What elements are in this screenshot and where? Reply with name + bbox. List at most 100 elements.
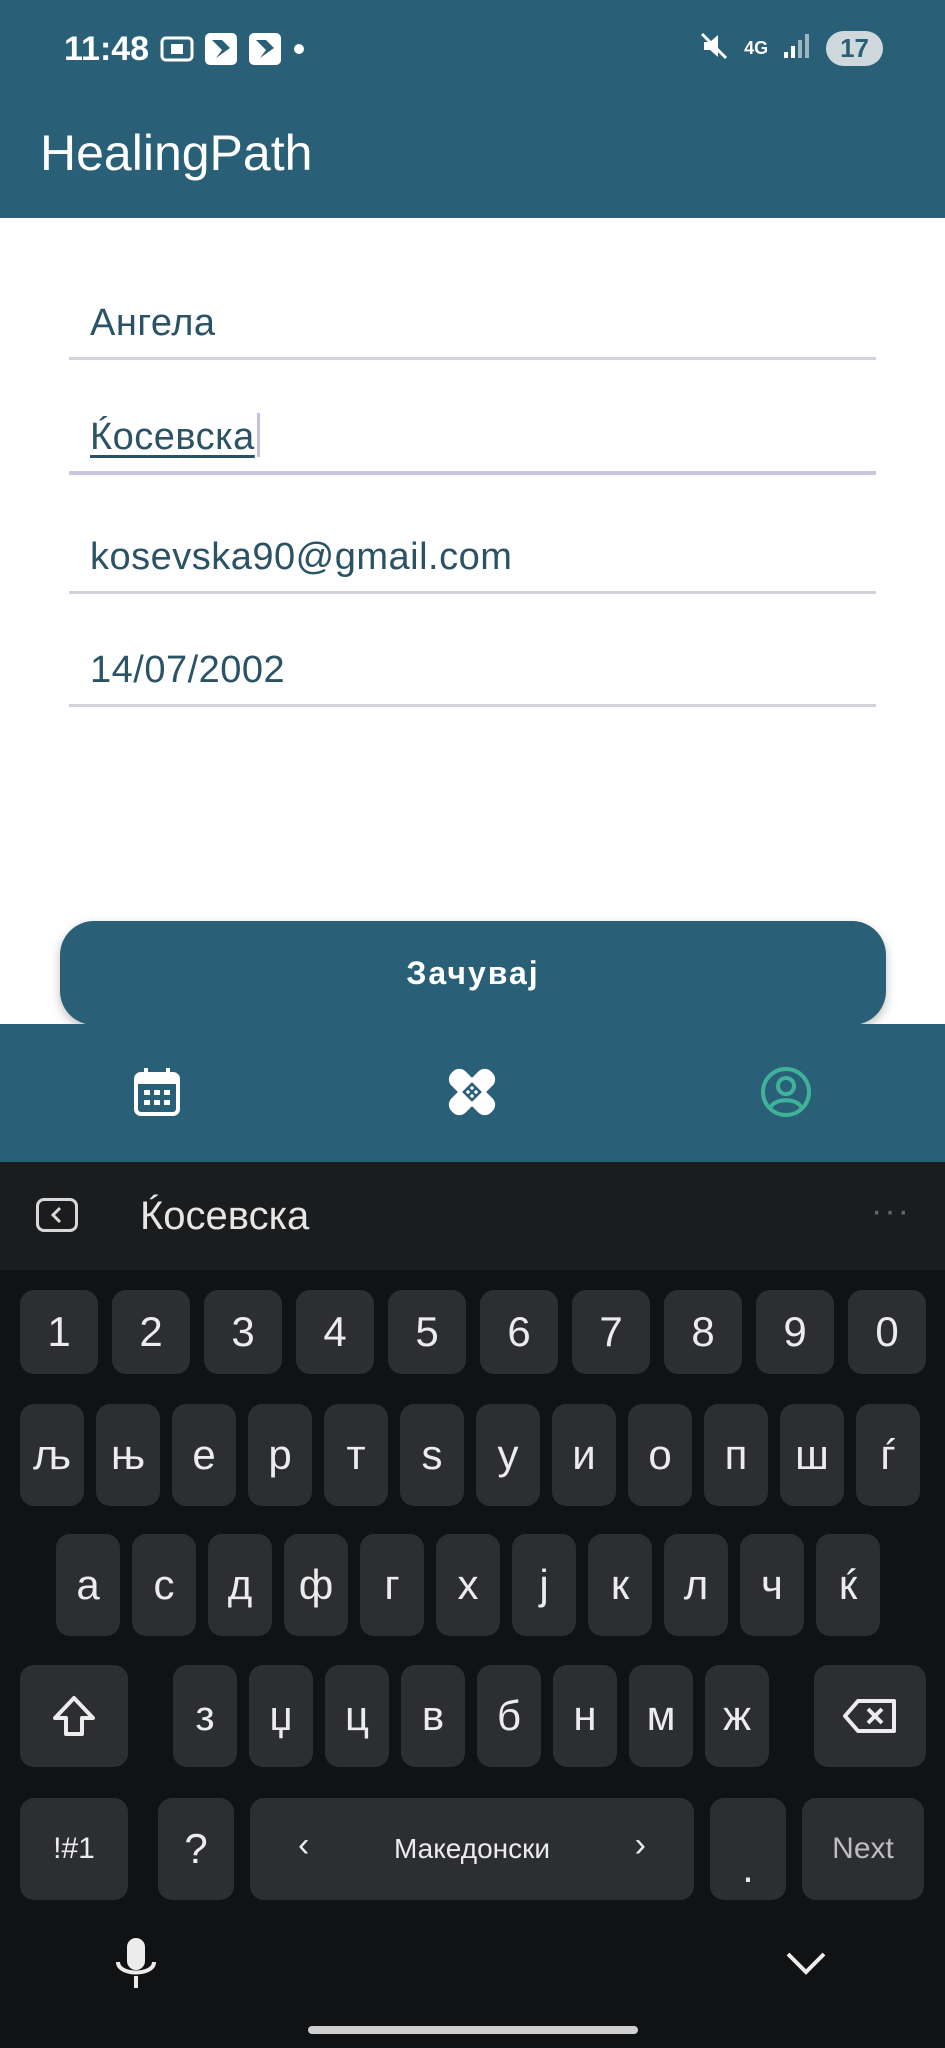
letter-key[interactable]: х bbox=[436, 1534, 500, 1636]
letter-key[interactable]: а bbox=[56, 1534, 120, 1636]
status-bar: 11:48 4G 17 bbox=[0, 0, 945, 100]
nav-profile[interactable] bbox=[746, 1052, 826, 1132]
letter-key[interactable]: ц bbox=[325, 1665, 389, 1767]
shift-icon bbox=[53, 1696, 95, 1736]
letter-key[interactable]: б bbox=[477, 1665, 541, 1767]
profile-icon bbox=[761, 1067, 811, 1117]
number-key[interactable]: 9 bbox=[756, 1290, 834, 1374]
calendar-icon bbox=[134, 1068, 180, 1116]
letter-key[interactable]: џ bbox=[249, 1665, 313, 1767]
shift-key[interactable] bbox=[20, 1665, 128, 1767]
bottom-key-row: !#1 ? ‹ Македонски › . Next bbox=[0, 1798, 945, 1900]
battery-indicator: 17 bbox=[826, 31, 883, 66]
first-name-value: Ангела bbox=[90, 302, 216, 344]
number-key[interactable]: 4 bbox=[296, 1290, 374, 1374]
suggestion-word[interactable]: Ќосевска bbox=[140, 1194, 309, 1239]
letter-key[interactable]: з bbox=[173, 1665, 237, 1767]
screenshot-icon bbox=[160, 34, 194, 69]
nav-calendar[interactable] bbox=[117, 1052, 197, 1132]
gesture-handle[interactable] bbox=[308, 2026, 638, 2034]
number-key[interactable]: 2 bbox=[112, 1290, 190, 1374]
first-name-field[interactable]: Ангела bbox=[69, 290, 876, 360]
space-key[interactable]: ‹ Македонски › bbox=[250, 1798, 694, 1900]
letter-row-1: љњертѕуиопшѓ bbox=[0, 1404, 945, 1506]
email-value: kosevska90@gmail.com bbox=[90, 536, 513, 578]
last-name-value: Ќосевска bbox=[90, 413, 260, 459]
symbols-key[interactable]: !#1 bbox=[20, 1798, 128, 1900]
letter-key[interactable]: т bbox=[324, 1404, 388, 1506]
number-row: 1234567890 bbox=[0, 1290, 945, 1390]
app-notification-icon bbox=[204, 32, 238, 71]
mute-icon bbox=[698, 30, 730, 67]
system-bottom-bar bbox=[0, 1928, 945, 2048]
status-time: 11:48 bbox=[64, 30, 150, 68]
language-left-icon: ‹ bbox=[298, 1826, 310, 1864]
letter-key[interactable]: е bbox=[172, 1404, 236, 1506]
bottom-navigation bbox=[0, 1024, 945, 1162]
letter-key[interactable]: п bbox=[704, 1404, 768, 1506]
number-key[interactable]: 8 bbox=[664, 1290, 742, 1374]
app-title: HealingPath bbox=[40, 125, 313, 181]
letter-key[interactable]: у bbox=[476, 1404, 540, 1506]
letter-key[interactable]: р bbox=[248, 1404, 312, 1506]
last-name-field[interactable]: Ќосевска bbox=[69, 405, 876, 475]
number-key[interactable]: 3 bbox=[204, 1290, 282, 1374]
letter-key[interactable]: ќ bbox=[816, 1534, 880, 1636]
language-right-icon: › bbox=[634, 1826, 646, 1864]
number-key[interactable]: 1 bbox=[20, 1290, 98, 1374]
letter-key[interactable]: ж bbox=[705, 1665, 769, 1767]
number-key[interactable]: 5 bbox=[388, 1290, 466, 1374]
profile-form: Ангела Ќосевска kosevska90@gmail.com 14/… bbox=[0, 218, 945, 1025]
text-cursor bbox=[256, 413, 260, 457]
nav-treatment[interactable] bbox=[432, 1052, 512, 1132]
letter-key[interactable]: с bbox=[132, 1534, 196, 1636]
letter-key[interactable]: ј bbox=[512, 1534, 576, 1636]
letter-key[interactable]: ч bbox=[740, 1534, 804, 1636]
app-bar: 11:48 4G 17 HealingPath bbox=[0, 0, 945, 218]
bandage-icon bbox=[448, 1068, 496, 1116]
letter-key[interactable]: м bbox=[629, 1665, 693, 1767]
more-icon[interactable]: ··· bbox=[871, 1192, 911, 1231]
back-icon[interactable] bbox=[36, 1198, 78, 1232]
language-label: Македонски bbox=[394, 1833, 550, 1864]
question-key[interactable]: ? bbox=[158, 1798, 234, 1900]
microphone-icon[interactable] bbox=[112, 1936, 160, 1997]
backspace-icon bbox=[843, 1699, 896, 1733]
soft-keyboard: Ќосевска ··· 1234567890 љњертѕуиопшѓ асд… bbox=[0, 1162, 945, 2048]
letter-row-2: асдфгхјклчќ bbox=[0, 1534, 945, 1636]
letter-row-3: зџцвбнмж bbox=[0, 1665, 945, 1767]
letter-key[interactable]: в bbox=[401, 1665, 465, 1767]
app-notification-icon-2 bbox=[248, 32, 282, 71]
status-right: 4G 17 bbox=[698, 30, 883, 67]
birth-date-value: 14/07/2002 bbox=[90, 649, 286, 691]
number-key[interactable]: 6 bbox=[480, 1290, 558, 1374]
number-key[interactable]: 7 bbox=[572, 1290, 650, 1374]
letter-key[interactable]: н bbox=[553, 1665, 617, 1767]
backspace-key[interactable] bbox=[814, 1665, 926, 1767]
next-key[interactable]: Next bbox=[802, 1798, 924, 1900]
letter-key[interactable]: љ bbox=[20, 1404, 84, 1506]
email-field[interactable]: kosevska90@gmail.com bbox=[69, 524, 876, 594]
signal-icon bbox=[782, 32, 812, 65]
save-button[interactable]: Зачувај bbox=[60, 921, 886, 1025]
letter-key[interactable]: ш bbox=[780, 1404, 844, 1506]
suggestion-strip: Ќосевска ··· bbox=[0, 1162, 945, 1270]
period-key[interactable]: . bbox=[710, 1798, 786, 1900]
notification-icons bbox=[160, 32, 306, 71]
letter-key[interactable]: о bbox=[628, 1404, 692, 1506]
letter-key[interactable]: к bbox=[588, 1534, 652, 1636]
letter-key[interactable]: ф bbox=[284, 1534, 348, 1636]
birth-date-field[interactable]: 14/07/2002 bbox=[69, 637, 876, 707]
letter-key[interactable]: и bbox=[552, 1404, 616, 1506]
letter-key[interactable]: ѕ bbox=[400, 1404, 464, 1506]
hide-keyboard-icon[interactable] bbox=[784, 1950, 828, 1983]
letter-key[interactable]: њ bbox=[96, 1404, 160, 1506]
network-label: 4G bbox=[744, 38, 769, 58]
letter-key[interactable]: л bbox=[664, 1534, 728, 1636]
number-key[interactable]: 0 bbox=[848, 1290, 926, 1374]
last-name-text: Ќосевска bbox=[90, 416, 255, 458]
letter-key[interactable]: г bbox=[360, 1534, 424, 1636]
letter-key[interactable]: ѓ bbox=[856, 1404, 920, 1506]
letter-key[interactable]: д bbox=[208, 1534, 272, 1636]
dot-icon bbox=[292, 42, 306, 61]
